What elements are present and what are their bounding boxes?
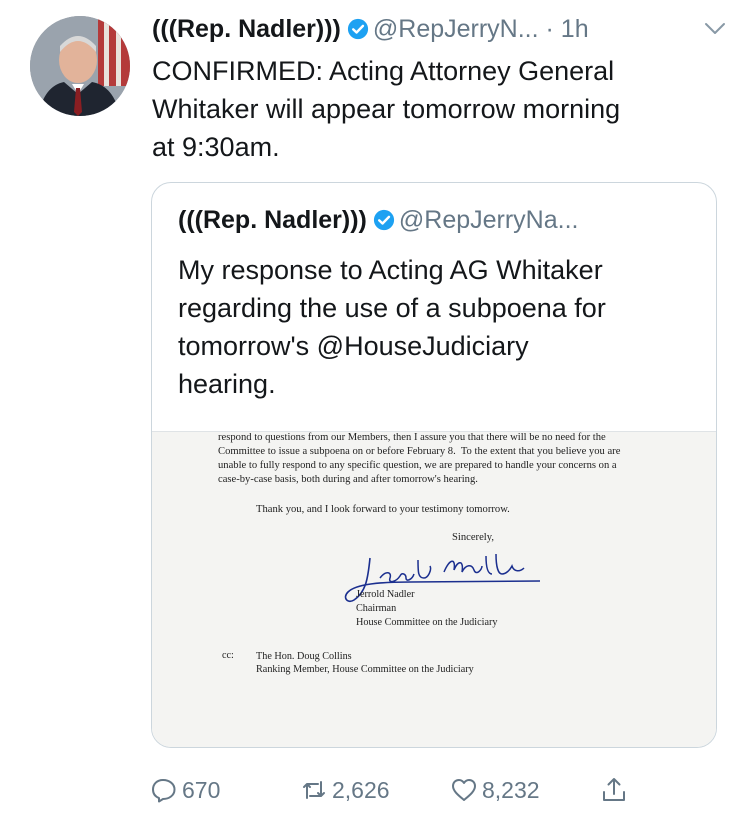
quoted-tweet-text: My response to Acting AG Whitaker regard…: [178, 255, 606, 399]
quoted-display-name: (((Rep. Nadler))): [178, 206, 367, 234]
retweet-button[interactable]: 2,626: [300, 772, 390, 808]
share-button[interactable]: [600, 772, 632, 808]
like-icon: [452, 779, 476, 801]
cc-recipient: The Hon. Doug Collins Ranking Member, Ho…: [256, 650, 474, 676]
retweet-count: 2,626: [332, 776, 390, 803]
cc-label: cc:: [222, 650, 234, 661]
signer-committee: House Committee on the Judiciary: [356, 617, 498, 628]
quoted-user-handle: @RepJerryNa...: [398, 206, 579, 234]
document-signer: Jerrold Nadler Chairman House Committee …: [356, 588, 497, 630]
like-button[interactable]: 8,232: [450, 772, 540, 808]
quoted-tweet[interactable]: (((Rep. Nadler))) @RepJerryNa... My respo…: [151, 182, 717, 748]
avatar[interactable]: [30, 16, 130, 116]
tweet-time[interactable]: · 1h: [546, 15, 589, 43]
quoted-tweet-header: (((Rep. Nadler))) @RepJerryNa...: [178, 203, 578, 237]
share-icon: [603, 778, 625, 801]
retweet-icon: [303, 781, 325, 799]
document-thanks: Thank you, and I look forward to your te…: [256, 504, 510, 515]
reply-count: 670: [182, 776, 221, 803]
verified-badge-icon: [373, 206, 395, 231]
like-count: 8,232: [482, 776, 540, 803]
tweet-header: (((Rep. Nadler))) @RepJerryN... · 1h: [152, 12, 726, 46]
avatar-photo: [30, 16, 130, 116]
user-handle[interactable]: @RepJerryN...: [373, 15, 539, 43]
cc-title: Ranking Member, House Committee on the J…: [256, 664, 474, 675]
reply-button[interactable]: 670: [150, 772, 220, 808]
tweet-text: CONFIRMED: Acting Attorney General Whita…: [152, 56, 621, 162]
document-image[interactable]: respond to questions from our Members, t…: [152, 431, 716, 747]
chevron-down-icon[interactable]: [704, 22, 726, 36]
verified-badge-icon: [347, 15, 369, 40]
document-closing: Sincerely,: [452, 532, 494, 543]
tweet-actions: 670 2,626 8,232: [150, 772, 650, 808]
signer-title: Chairman: [356, 603, 397, 614]
display-name[interactable]: (((Rep. Nadler))): [152, 15, 341, 43]
reply-icon: [152, 779, 176, 803]
cc-name: The Hon. Doug Collins: [256, 651, 352, 662]
signer-name: Jerrold Nadler: [356, 589, 415, 600]
document-body: respond to questions from our Members, t…: [218, 432, 621, 485]
